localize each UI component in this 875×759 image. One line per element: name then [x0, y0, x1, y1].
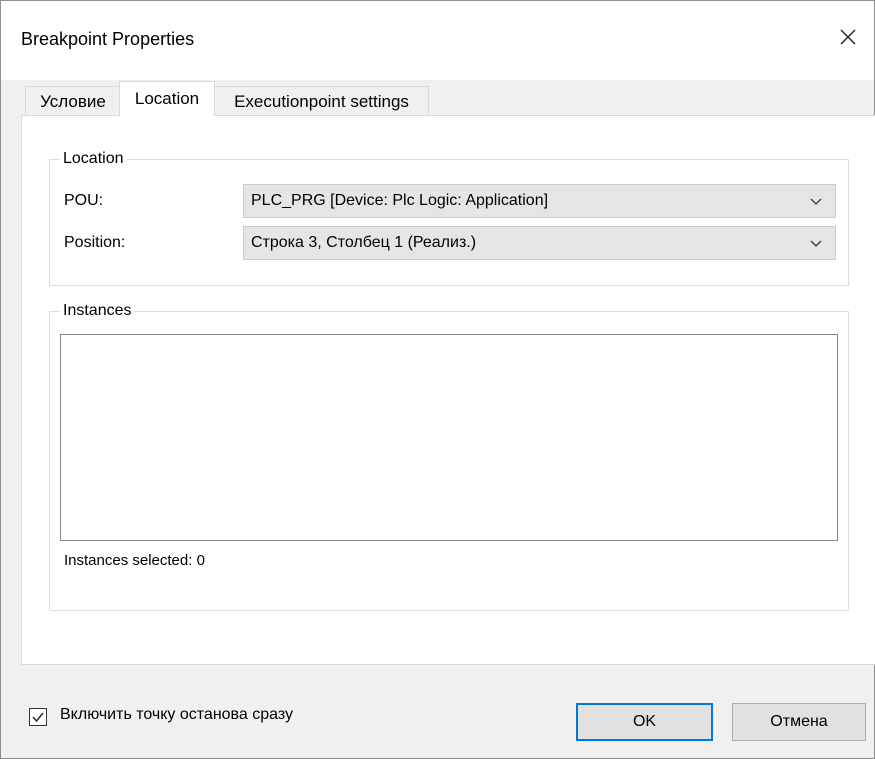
- position-label: Position:: [64, 234, 126, 251]
- tab-label: Условие: [40, 91, 106, 111]
- position-value: Строка 3, Столбец 1 (Реализ.): [251, 234, 477, 251]
- enable-breakpoint-label[interactable]: Включить точку останова сразу: [60, 706, 293, 724]
- breakpoint-properties-dialog: Breakpoint Properties Условие Location E…: [0, 0, 875, 759]
- location-group-legend: Location: [60, 148, 127, 170]
- tab-location[interactable]: Location: [119, 81, 215, 116]
- tab-executionpoint-settings[interactable]: Executionpoint settings: [214, 86, 429, 116]
- enable-breakpoint-checkbox[interactable]: [29, 708, 47, 726]
- chevron-down-icon: [810, 198, 822, 205]
- close-button[interactable]: [830, 19, 866, 55]
- tab-uslovie[interactable]: Условие: [25, 86, 121, 116]
- instances-selected-status: Instances selected: 0: [64, 552, 205, 569]
- tab-label: Executionpoint settings: [234, 91, 409, 111]
- pou-combobox[interactable]: PLC_PRG [Device: Plc Logic: Application]: [243, 184, 836, 218]
- tab-panel-location: Location POU: PLC_PRG [Device: Plc Logic…: [21, 115, 875, 665]
- ok-button[interactable]: OK: [576, 703, 713, 741]
- instances-list[interactable]: [60, 334, 838, 541]
- location-groupbox: Location POU: PLC_PRG [Device: Plc Logic…: [49, 148, 849, 286]
- ok-button-label: OK: [632, 713, 657, 730]
- pou-value: PLC_PRG [Device: Plc Logic: Application]: [251, 192, 549, 209]
- cancel-button[interactable]: Отмена: [732, 703, 866, 741]
- cancel-button-label: Отмена: [770, 713, 828, 730]
- checkmark-icon: [32, 712, 44, 723]
- tab-label: Location: [134, 89, 200, 108]
- instances-group-legend: Instances: [60, 300, 135, 322]
- pou-label: POU:: [64, 192, 104, 209]
- instances-groupbox: Instances Instances selected: 0: [49, 300, 849, 611]
- title-bar: Breakpoint Properties: [1, 1, 874, 80]
- position-combobox[interactable]: Строка 3, Столбец 1 (Реализ.): [243, 226, 836, 260]
- close-icon: [840, 29, 856, 45]
- dialog-title: Breakpoint Properties: [21, 29, 195, 49]
- chevron-down-icon: [810, 240, 822, 247]
